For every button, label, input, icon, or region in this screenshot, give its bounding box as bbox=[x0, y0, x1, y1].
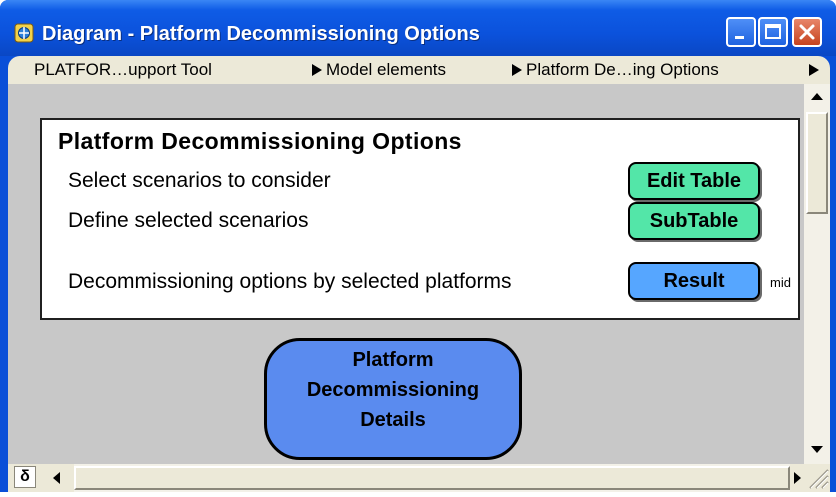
app-icon[interactable] bbox=[14, 23, 34, 43]
platform-decommissioning-details-module[interactable]: Platform Decommissioning Details bbox=[264, 338, 522, 460]
maximize-icon bbox=[765, 24, 781, 39]
maximize-button[interactable] bbox=[758, 17, 788, 47]
horizontal-bar: δ bbox=[8, 464, 830, 492]
vertical-scroll-thumb[interactable] bbox=[806, 112, 828, 214]
minimize-button[interactable] bbox=[726, 17, 756, 47]
result-mid-label: mid bbox=[770, 275, 791, 290]
arrow-right-icon bbox=[512, 64, 522, 76]
scroll-right-button[interactable] bbox=[790, 464, 804, 492]
window-title: Diagram - Platform Decommissioning Optio… bbox=[42, 23, 480, 45]
breadcrumb-item-current[interactable]: Platform De…ing Options bbox=[526, 59, 719, 81]
module-line-1: Platform bbox=[352, 349, 434, 371]
panel-title: Platform Decommissioning Options bbox=[58, 128, 462, 154]
breadcrumb-more-icon[interactable] bbox=[808, 64, 820, 76]
arrow-right-icon bbox=[312, 64, 322, 76]
breadcrumb: PLATFOR…upport Tool Model elements Platf… bbox=[8, 56, 830, 84]
row-label-define-scenarios: Define selected scenarios bbox=[68, 209, 309, 232]
vertical-scrollbar[interactable] bbox=[804, 84, 830, 464]
module-line-2: Decommissioning bbox=[306, 379, 480, 401]
row-label-select-scenarios: Select scenarios to consider bbox=[68, 169, 331, 192]
title-bar[interactable]: Diagram - Platform Decommissioning Optio… bbox=[0, 0, 836, 56]
edit-table-button[interactable]: Edit Table bbox=[628, 162, 760, 200]
breadcrumb-item-root[interactable]: PLATFOR…upport Tool bbox=[34, 59, 212, 81]
minimize-icon bbox=[735, 36, 744, 39]
arrow-up-icon bbox=[811, 93, 823, 100]
breadcrumb-item-model-elements[interactable]: Model elements bbox=[326, 59, 446, 81]
scroll-left-button[interactable] bbox=[44, 464, 70, 492]
scroll-down-button[interactable] bbox=[804, 436, 830, 462]
resize-grip[interactable] bbox=[804, 464, 830, 492]
close-icon bbox=[799, 24, 815, 40]
module-line-3: Details bbox=[360, 409, 426, 431]
result-button[interactable]: Result bbox=[628, 262, 760, 300]
resize-grip-icon bbox=[809, 469, 829, 489]
horizontal-scrollbar[interactable] bbox=[74, 464, 790, 492]
row-label-decommissioning-options: Decommissioning options by selected plat… bbox=[68, 270, 512, 293]
subtable-button[interactable]: SubTable bbox=[628, 202, 760, 240]
arrow-down-icon bbox=[811, 446, 823, 453]
arrow-right-icon bbox=[794, 472, 801, 484]
arrow-left-icon bbox=[53, 472, 60, 484]
close-button[interactable] bbox=[792, 17, 822, 47]
scroll-up-button[interactable] bbox=[804, 84, 830, 110]
status-glyph[interactable]: δ bbox=[14, 466, 36, 488]
horizontal-scroll-thumb[interactable] bbox=[74, 466, 790, 490]
